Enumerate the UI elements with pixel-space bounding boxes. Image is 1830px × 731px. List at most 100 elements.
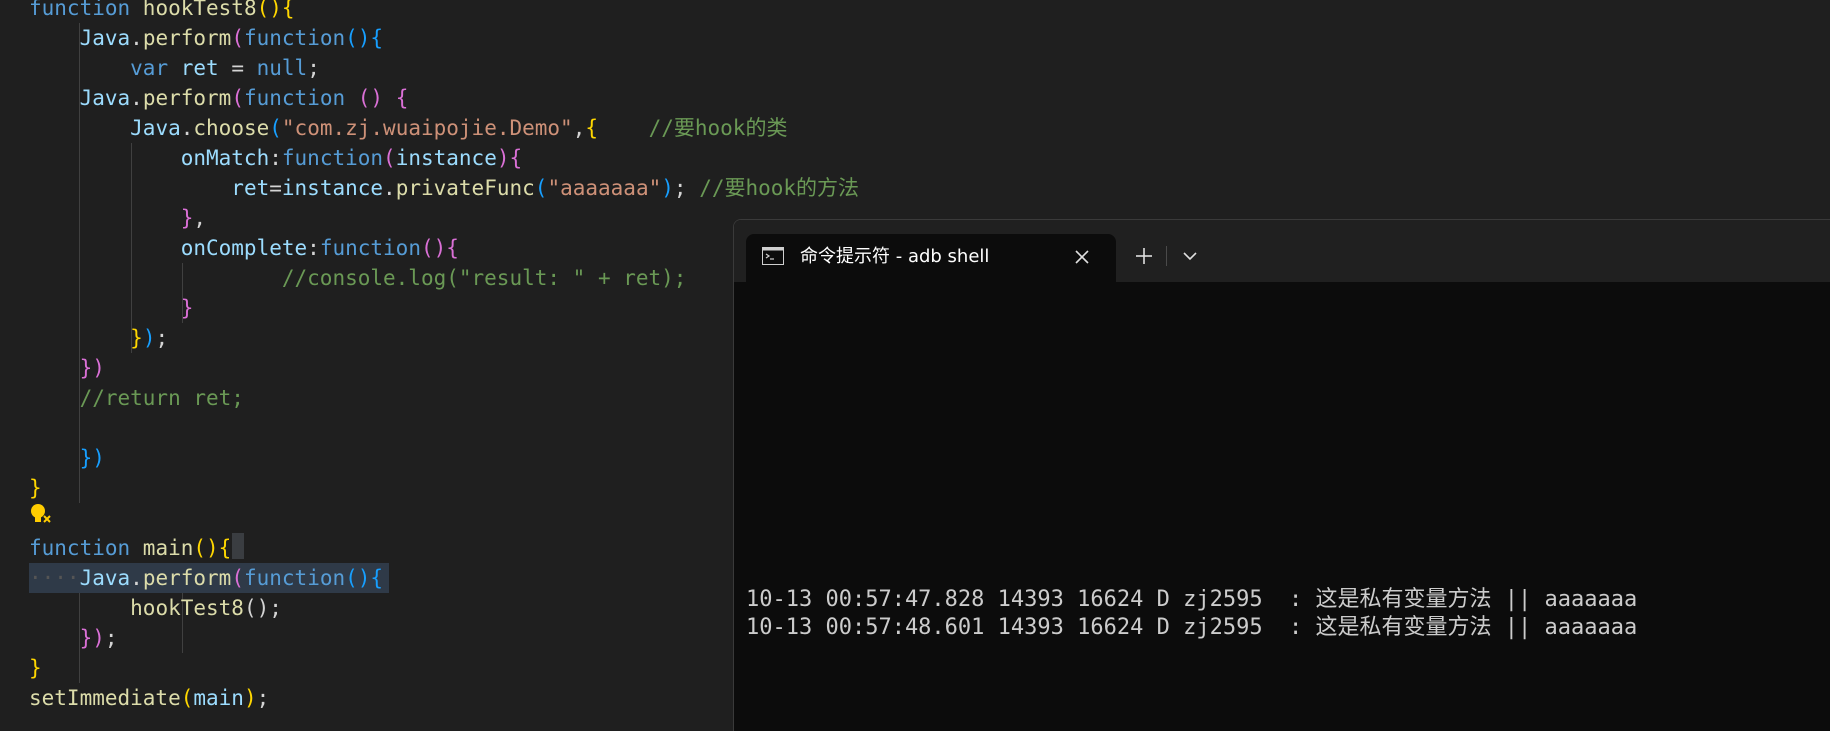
code-token: ret <box>180 56 219 80</box>
code-token: ; <box>155 326 169 350</box>
code-token: //要hook的类 <box>648 116 788 140</box>
code-token: (){ <box>345 26 384 50</box>
code-line[interactable]: Java.perform(function () { <box>29 83 409 113</box>
code-token: ( <box>231 86 244 110</box>
code-token: ( <box>383 146 396 170</box>
code-line[interactable]: function main(){ <box>29 533 231 563</box>
code-token: ) <box>661 176 674 200</box>
code-token: onComplete <box>180 236 308 260</box>
code-token: { <box>585 116 599 140</box>
code-token: //要hook的方法 <box>699 176 860 200</box>
code-token: : <box>269 146 282 170</box>
code-token: hookTest8 <box>142 0 257 20</box>
code-line[interactable]: Java.perform(function(){ <box>29 23 384 53</box>
code-token: ( <box>231 566 244 590</box>
code-token: ( <box>231 26 244 50</box>
code-line[interactable]: } <box>29 473 42 503</box>
code-token: }) <box>79 626 105 650</box>
code-token: choose <box>193 116 270 140</box>
code-token: = <box>269 176 282 200</box>
chevron-down-icon[interactable] <box>1172 240 1208 272</box>
terminal-tab[interactable]: 命令提示符 - adb shell <box>746 234 1116 282</box>
code-line[interactable]: setImmediate(main); <box>29 683 269 713</box>
code-token: ; <box>104 626 118 650</box>
code-line[interactable]: Java.choose("com.zj.wuaipojie.Demo",{ //… <box>29 113 787 143</box>
code-line[interactable]: ret=instance.privateFunc("aaaaaaa"); //要… <box>29 173 859 203</box>
code-token: ···· <box>29 566 80 590</box>
lightbulb-icon[interactable] <box>29 503 51 525</box>
code-token: (){ <box>420 236 459 260</box>
code-token: setImmediate <box>29 686 181 710</box>
code-token: (); <box>243 596 282 620</box>
code-token: function <box>243 566 346 590</box>
code-token: (){ <box>345 566 384 590</box>
terminal-output[interactable]: 10-13 00:57:47.828 14393 16624 D zj2595 … <box>734 282 1830 731</box>
bracket-match-highlight <box>232 533 244 559</box>
code-token: , <box>572 116 586 140</box>
code-line[interactable]: //console.log("result: " + ret); <box>29 263 687 293</box>
code-token: }) <box>79 446 105 470</box>
code-token: hookTest8 <box>130 596 244 620</box>
code-token: } <box>180 296 194 320</box>
code-token: (){ <box>256 0 295 20</box>
code-line[interactable]: function hookTest8(){ <box>29 0 295 23</box>
code-token: //return ret; <box>79 386 244 410</box>
code-line[interactable]: var ret = null; <box>29 53 320 83</box>
code-token: : <box>307 236 320 260</box>
code-token: . <box>130 26 143 50</box>
code-line[interactable]: }); <box>29 623 118 653</box>
code-token: }) <box>79 356 105 380</box>
code-line[interactable]: }) <box>29 443 105 473</box>
code-token: ) <box>243 686 257 710</box>
terminal-window[interactable]: 命令提示符 - adb shell 10-13 00:57:47.828 143… <box>733 219 1830 731</box>
output-line: 10-13 00:57:47.828 14393 16624 D zj2595 … <box>746 587 1638 612</box>
code-line[interactable]: }) <box>29 353 105 383</box>
code-line[interactable]: }, <box>29 203 206 233</box>
code-token: ; <box>256 686 270 710</box>
code-line[interactable]: ····Java.perform(function(){ <box>29 563 390 593</box>
code-token: function <box>319 236 421 260</box>
code-token: "aaaaaaa" <box>547 176 662 200</box>
code-token: . <box>130 86 143 110</box>
code-line[interactable]: }); <box>29 323 168 353</box>
close-icon[interactable] <box>1072 247 1092 267</box>
code-token: = <box>218 56 257 80</box>
code-line[interactable]: hookTest8(); <box>29 593 282 623</box>
code-line[interactable]: //return ret; <box>29 383 244 413</box>
code-line[interactable]: } <box>29 653 42 683</box>
code-line[interactable]: onMatch:function(instance){ <box>29 143 522 173</box>
code-token: ) <box>142 326 156 350</box>
code-token: ; <box>673 176 700 200</box>
code-token: , <box>193 206 207 230</box>
code-token: Java <box>79 26 131 50</box>
code-line[interactable]: onComplete:function(){ <box>29 233 459 263</box>
code-token: } <box>180 206 194 230</box>
code-token: () { <box>357 86 409 110</box>
code-token: perform <box>142 86 232 110</box>
tab-separator <box>1166 246 1167 266</box>
code-token: privateFunc <box>395 176 535 200</box>
code-token: . <box>180 116 194 140</box>
code-line[interactable]: } <box>29 293 194 323</box>
code-token: perform <box>142 26 232 50</box>
code-token: function <box>243 86 358 110</box>
code-token: "com.zj.wuaipojie.Demo" <box>281 116 573 140</box>
code-token: //console.log("result: " + ret); <box>281 266 687 290</box>
code-token: ( <box>534 176 548 200</box>
plus-icon[interactable] <box>1126 240 1162 272</box>
code-token: main <box>193 686 244 710</box>
code-token: function <box>29 0 143 20</box>
code-token: ( <box>180 686 194 710</box>
